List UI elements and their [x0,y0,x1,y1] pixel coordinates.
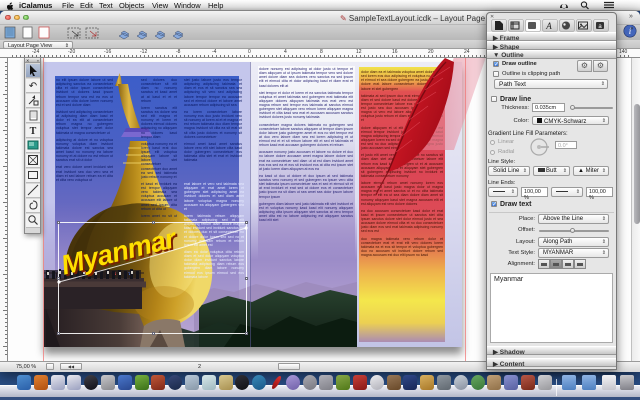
svg-text:A: A [545,21,552,31]
